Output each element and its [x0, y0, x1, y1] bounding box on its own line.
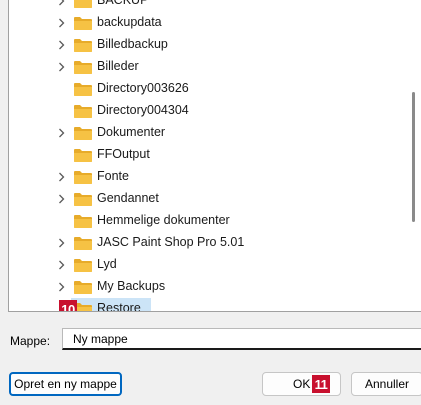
- chevron-right-icon[interactable]: [56, 127, 66, 139]
- tree-item[interactable]: Fonte: [9, 166, 399, 188]
- tree-item-label: Billedbackup: [97, 37, 168, 51]
- ok-button-label: OK: [293, 377, 311, 391]
- tree-item[interactable]: FFOutput: [9, 144, 399, 166]
- tree-item[interactable]: BACKUP: [9, 0, 399, 12]
- folder-icon: [73, 0, 93, 9]
- tree-item[interactable]: Directory003626: [9, 78, 399, 100]
- new-folder-button[interactable]: Opret en ny mappe: [9, 372, 122, 396]
- tree-item-label: Directory004304: [97, 103, 189, 117]
- chevron-right-icon[interactable]: [56, 237, 66, 249]
- folder-name-input[interactable]: [62, 328, 421, 350]
- chevron-right-icon[interactable]: [56, 0, 66, 7]
- folder-icon: [73, 214, 93, 229]
- chevron-right-icon[interactable]: [56, 17, 66, 29]
- tree-item[interactable]: Lyd: [9, 254, 399, 276]
- vertical-scrollbar[interactable]: [407, 0, 421, 311]
- tree-item-label: Gendannet: [97, 191, 159, 205]
- tree-item-label: JASC Paint Shop Pro 5.01: [97, 235, 245, 249]
- tree-item-label: Hemmelige dokumenter: [97, 213, 230, 227]
- folder-icon: [73, 126, 93, 141]
- tree-item-label: Dokumenter: [97, 125, 166, 139]
- folder-icon: [73, 148, 93, 163]
- step-badge-restore: 10: [59, 300, 77, 311]
- tree-item[interactable]: Gendannet: [9, 188, 399, 210]
- folder-icon: [73, 38, 93, 53]
- tree-item[interactable]: backupdata: [9, 12, 399, 34]
- tree-item-label: Directory003626: [97, 81, 189, 95]
- chevron-right-icon[interactable]: [56, 281, 66, 293]
- step-badge-ok: 11: [312, 375, 330, 393]
- folder-icon: [73, 280, 93, 295]
- chevron-right-icon[interactable]: [56, 171, 66, 183]
- tree-item[interactable]: Hemmelige dokumenter: [9, 210, 399, 232]
- folder-icon: [73, 258, 93, 273]
- scrollbar-thumb[interactable]: [412, 92, 415, 222]
- chevron-right-icon[interactable]: [56, 39, 66, 51]
- folder-field-label: Mappe:: [10, 334, 51, 348]
- tree-item-label: BACKUP: [97, 0, 149, 7]
- chevron-right-icon[interactable]: [56, 193, 66, 205]
- tree-item[interactable]: JASC Paint Shop Pro 5.01: [9, 232, 399, 254]
- folder-icon: [73, 236, 93, 251]
- tree-item-label: My Backups: [97, 279, 166, 293]
- tree-item-selected[interactable]: Restore 10: [9, 298, 399, 312]
- folder-icon: [73, 82, 93, 97]
- tree-item-label: Restore: [97, 301, 141, 312]
- tree-item-label: FFOutput: [97, 147, 150, 161]
- tree-item[interactable]: Billeder: [9, 56, 399, 78]
- tree-item[interactable]: Dokumenter: [9, 122, 399, 144]
- chevron-right-icon[interactable]: [56, 259, 66, 271]
- tree-item[interactable]: My Backups: [9, 276, 399, 298]
- tree-item-label: Billeder: [97, 59, 139, 73]
- folder-icon: [73, 60, 93, 75]
- tree-item-label: Lyd: [97, 257, 117, 271]
- chevron-right-icon[interactable]: [56, 61, 66, 73]
- folder-icon: [73, 16, 93, 31]
- tree-item-label: backupdata: [97, 15, 162, 29]
- tree-item[interactable]: Directory004304: [9, 100, 399, 122]
- tree-item-label: Fonte: [97, 169, 129, 183]
- folder-icon: [73, 170, 93, 185]
- cancel-button[interactable]: Annuller: [351, 372, 421, 396]
- folder-icon: [73, 192, 93, 207]
- folder-icon: [73, 104, 93, 119]
- folder-tree[interactable]: BACKUP backupdata Billedbackup Billeder Dire…: [8, 0, 421, 312]
- tree-item[interactable]: Billedbackup: [9, 34, 399, 56]
